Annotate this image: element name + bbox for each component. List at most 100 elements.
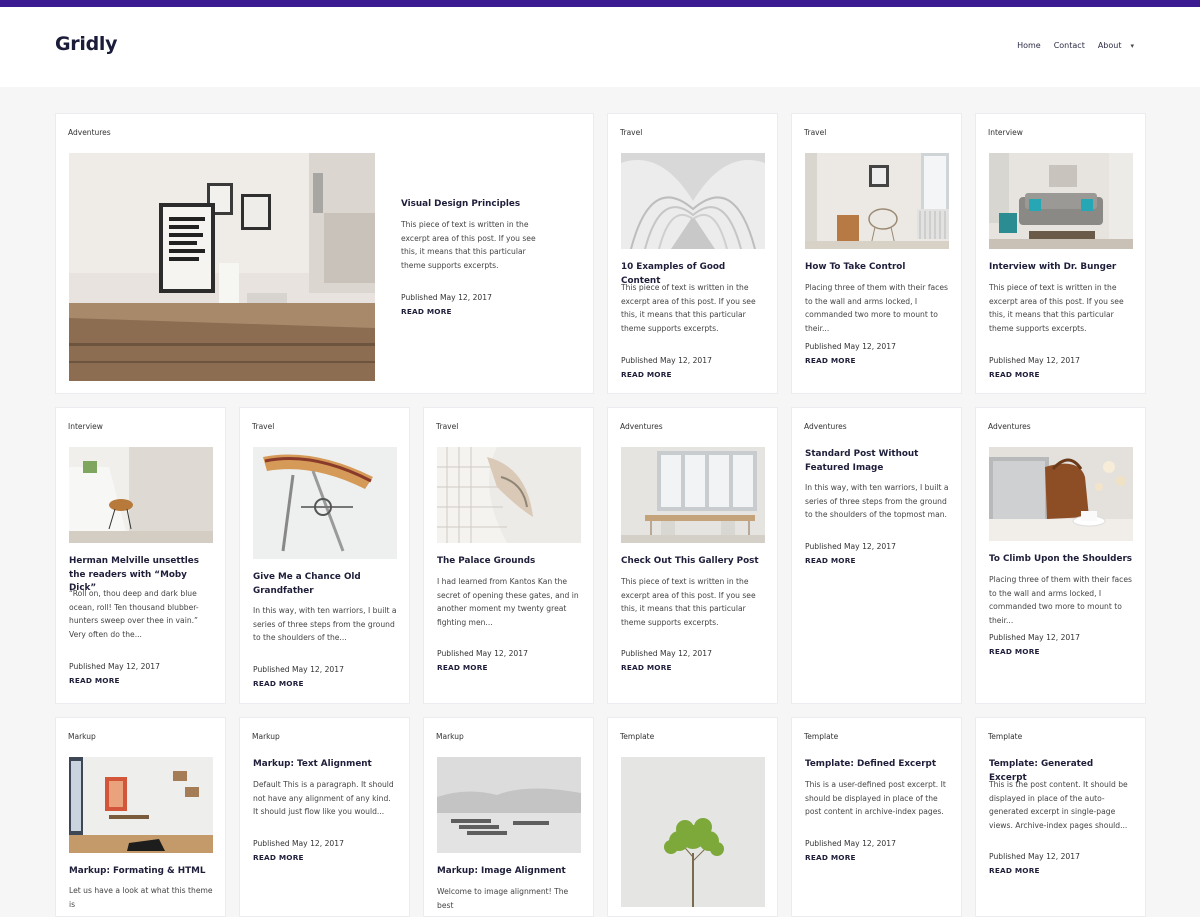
post-title[interactable]: Check Out This Gallery Post — [621, 555, 765, 569]
post-card: Travel 10 Examples of Good Content This … — [607, 113, 778, 394]
read-more-link[interactable]: READ MORE — [989, 866, 1040, 875]
stair-chair-photo[interactable] — [69, 447, 213, 543]
post-category[interactable]: Travel — [620, 128, 642, 137]
post-title[interactable]: Interview with Dr. Bunger — [989, 261, 1133, 275]
sofa-photo[interactable] — [989, 153, 1133, 249]
read-more-link[interactable]: READ MORE — [437, 663, 488, 672]
post-title[interactable]: Markup: Formating & HTML — [69, 865, 213, 879]
post-date: Published May 12, 2017 — [989, 356, 1080, 365]
post-card: Markup Markup: Text Alignment Default Th… — [239, 717, 410, 917]
post-excerpt: This piece of text is written in the exc… — [989, 283, 1124, 333]
post-card: Travel The Palace Grounds I had learned … — [423, 407, 594, 704]
read-more-link[interactable]: READ MORE — [621, 370, 672, 379]
post-card: Travel Give Me a Chance Old Grandfather … — [239, 407, 410, 704]
post-category[interactable]: Markup — [68, 732, 96, 741]
nav-home[interactable]: Home — [1017, 41, 1041, 50]
post-card: Adventures Check Out This Gallery Post T… — [607, 407, 778, 704]
post-excerpt: In this way, with ten warriors, I built … — [805, 483, 949, 519]
read-more-link[interactable]: READ MORE — [253, 853, 304, 862]
dining-room-photo[interactable] — [621, 447, 765, 543]
boats-fog-photo[interactable] — [437, 757, 581, 853]
post-category[interactable]: Adventures — [68, 128, 111, 137]
post-excerpt: This is a user-defined post excerpt. It … — [805, 780, 946, 816]
post-title[interactable]: Give Me a Chance Old Grandfather — [253, 571, 397, 598]
post-card: Markup Markup: Formating & HTML Let us h… — [55, 717, 226, 917]
post-category[interactable]: Adventures — [620, 422, 663, 431]
post-category[interactable]: Markup — [436, 732, 464, 741]
post-card: Interview Herman Melville unsettles the … — [55, 407, 226, 704]
post-excerpt: Placing three of them with their faces t… — [989, 575, 1132, 625]
site-logo[interactable]: Gridly — [55, 33, 117, 55]
chevron-down-icon[interactable]: ▾ — [1130, 42, 1134, 50]
post-category[interactable]: Travel — [252, 422, 274, 431]
read-more-link[interactable]: READ MORE — [805, 556, 856, 565]
post-excerpt: This is the post content. It should be d… — [989, 780, 1128, 830]
post-grid: Adventures Visual Design Principles This… — [0, 87, 1200, 917]
accent-top-bar — [0, 0, 1200, 7]
post-date: Published May 12, 2017 — [989, 852, 1080, 861]
read-more-link[interactable]: READ MORE — [621, 663, 672, 672]
post-excerpt: This piece of text is written in the exc… — [401, 220, 536, 270]
post-excerpt: Placing three of them with their faces t… — [805, 283, 948, 333]
post-category[interactable]: Template — [620, 732, 654, 741]
post-category[interactable]: Template — [988, 732, 1022, 741]
post-title[interactable]: To Climb Upon the Shoulders — [989, 553, 1133, 567]
post-date: Published May 12, 2017 — [805, 342, 896, 351]
room-chair-photo[interactable] — [805, 153, 949, 249]
post-date: Published May 12, 2017 — [805, 542, 896, 551]
post-card: Travel How To Take Control Placing three… — [791, 113, 962, 394]
post-card: Template Template: Defined Excerpt This … — [791, 717, 962, 917]
post-excerpt: I had learned from Kantos Kan the secret… — [437, 577, 579, 627]
kitchen-table-photo[interactable] — [69, 153, 375, 381]
post-excerpt: This piece of text is written in the exc… — [621, 283, 756, 333]
post-title[interactable]: Markup: Image Alignment — [437, 865, 581, 879]
site-header: Gridly Home Contact About ▾ — [0, 7, 1200, 87]
post-card: Adventures Visual Design Principles This… — [55, 113, 594, 394]
post-title[interactable]: Template: Defined Excerpt — [805, 758, 949, 772]
post-category[interactable]: Travel — [436, 422, 458, 431]
post-date: Published May 12, 2017 — [989, 633, 1080, 642]
read-more-link[interactable]: READ MORE — [805, 853, 856, 862]
post-title[interactable]: Markup: Text Alignment — [253, 758, 397, 772]
laptop-bag-photo[interactable] — [989, 447, 1133, 541]
post-category[interactable]: Adventures — [988, 422, 1031, 431]
post-date: Published May 12, 2017 — [253, 839, 344, 848]
bike-seat-photo[interactable] — [253, 447, 397, 559]
post-title[interactable]: The Palace Grounds — [437, 555, 581, 569]
post-card: Template Template: Generated Excerpt Thi… — [975, 717, 1146, 917]
white-arches-photo[interactable] — [621, 153, 765, 249]
post-title[interactable]: Visual Design Principles — [401, 198, 581, 212]
post-category[interactable]: Interview — [988, 128, 1023, 137]
read-more-link[interactable]: READ MORE — [401, 307, 452, 316]
post-excerpt: This piece of text is written in the exc… — [621, 577, 756, 627]
post-category[interactable]: Travel — [804, 128, 826, 137]
read-more-link[interactable]: READ MORE — [69, 676, 120, 685]
post-card: Template — [607, 717, 778, 917]
post-date: Published May 12, 2017 — [69, 662, 160, 671]
post-category[interactable]: Adventures — [804, 422, 847, 431]
post-card: Markup Markup: Image Alignment Welcome t… — [423, 717, 594, 917]
post-card: Interview Interview with Dr. Bunger This… — [975, 113, 1146, 394]
read-more-link[interactable]: READ MORE — [253, 679, 304, 688]
post-excerpt: Welcome to image alignment! The best — [437, 887, 569, 910]
read-more-link[interactable]: READ MORE — [989, 647, 1040, 656]
post-title[interactable]: How To Take Control — [805, 261, 949, 275]
post-category[interactable]: Markup — [252, 732, 280, 741]
read-more-link[interactable]: READ MORE — [805, 356, 856, 365]
architecture-photo[interactable] — [437, 447, 581, 543]
post-date: Published May 12, 2017 — [401, 293, 492, 302]
post-excerpt: In this way, with ten warriors, I built … — [253, 606, 397, 642]
post-excerpt: “Roll on, thou deep and dark blue ocean,… — [69, 589, 199, 639]
nav-about[interactable]: About — [1098, 41, 1122, 50]
post-excerpt: Let us have a look at what this theme is — [69, 886, 213, 909]
post-date: Published May 12, 2017 — [437, 649, 528, 658]
nav-contact[interactable]: Contact — [1054, 41, 1085, 50]
post-excerpt: Default This is a paragraph. It should n… — [253, 780, 394, 816]
post-date: Published May 12, 2017 — [253, 665, 344, 674]
post-category[interactable]: Interview — [68, 422, 103, 431]
post-category[interactable]: Template — [804, 732, 838, 741]
read-more-link[interactable]: READ MORE — [989, 370, 1040, 379]
white-office-photo[interactable] — [69, 757, 213, 853]
plant-photo[interactable] — [621, 757, 765, 907]
post-title[interactable]: Standard Post Without Featured Image — [805, 448, 949, 475]
